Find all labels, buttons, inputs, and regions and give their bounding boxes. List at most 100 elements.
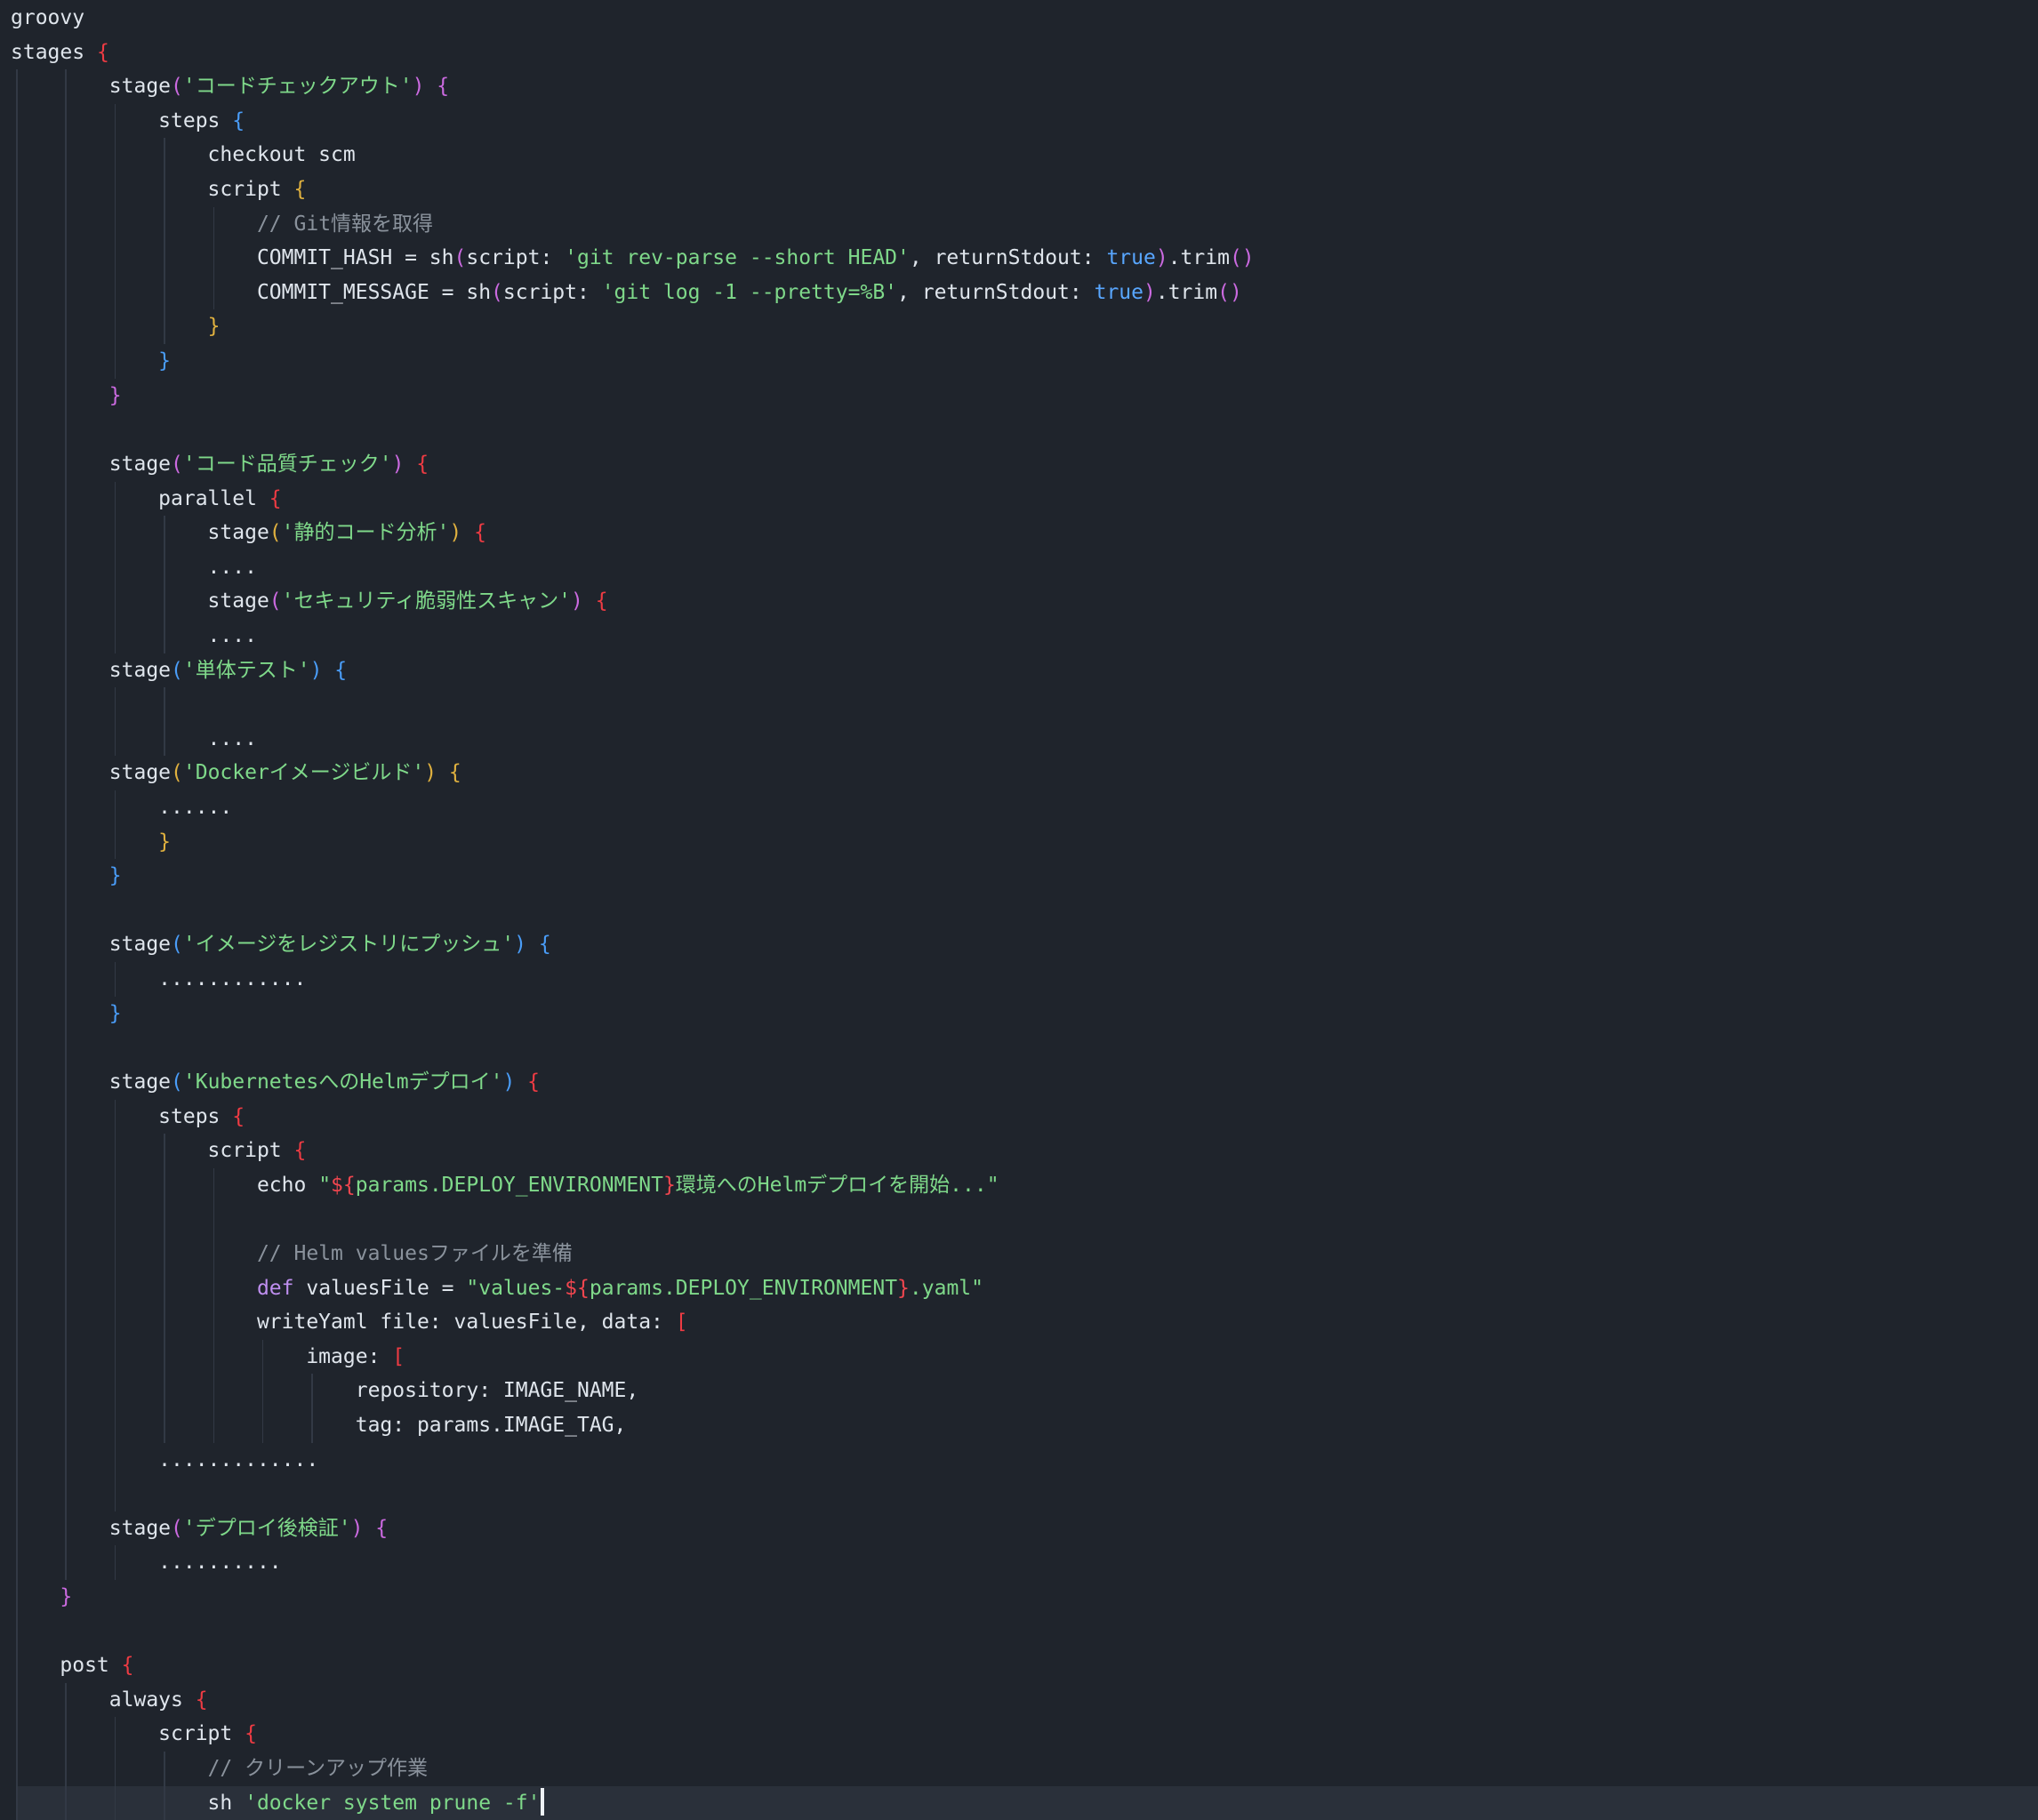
code-line-18[interactable]: ....	[0, 619, 2038, 653]
code-token: .trim	[1156, 281, 1217, 304]
code-line-19[interactable]: stage('単体テスト') {	[0, 653, 2038, 688]
code-line-14[interactable]: parallel {	[0, 482, 2038, 517]
indent-guide	[65, 1305, 67, 1340]
indent-guide	[16, 207, 18, 242]
code-token: stage	[11, 1070, 171, 1094]
code-token: ....	[11, 727, 257, 750]
indent-guide	[164, 584, 165, 619]
indent-guide	[213, 207, 215, 242]
indent-guide	[65, 1237, 67, 1271]
code-line-37[interactable]: def valuesFile = "values-${params.DEPLOY…	[0, 1271, 2038, 1306]
code-line-44[interactable]: stage('デプロイ後検証') {	[0, 1511, 2038, 1546]
code-line-46[interactable]: }	[0, 1580, 2038, 1615]
code-line-26[interactable]	[0, 894, 2038, 928]
code-token: .............	[11, 1448, 318, 1471]
code-line-52[interactable]: sh 'docker system prune -f'	[0, 1786, 2038, 1820]
code-token: 'イメージをレジストリにプッシュ'	[183, 933, 514, 956]
code-line-16[interactable]: ....	[0, 550, 2038, 585]
indent-guide	[115, 962, 116, 997]
code-token: (	[491, 281, 503, 304]
indent-guide	[65, 138, 67, 172]
code-line-42[interactable]: .............	[0, 1443, 2038, 1478]
code-token: "values-	[466, 1277, 565, 1300]
code-line-40[interactable]: repository: IMAGE_NAME,	[0, 1374, 2038, 1408]
code-line-24[interactable]: }	[0, 825, 2038, 860]
code-line-36[interactable]: // Helm valuesファイルを準備	[0, 1237, 2038, 1271]
indent-guide	[65, 790, 67, 825]
code-line-15[interactable]: stage('静的コード分析') {	[0, 516, 2038, 550]
code-line-2[interactable]: stage('コードチェックアウト') {	[0, 69, 2038, 104]
code-token: }	[60, 1585, 72, 1608]
code-line-49[interactable]: always {	[0, 1683, 2038, 1718]
code-line-4[interactable]: checkout scm	[0, 138, 2038, 172]
indent-guide	[16, 927, 18, 962]
indent-guide	[65, 1752, 67, 1786]
indent-guide	[115, 1374, 116, 1408]
code-line-33[interactable]: script {	[0, 1134, 2038, 1168]
code-token: {	[527, 1070, 540, 1094]
code-line-34[interactable]: echo "${params.DEPLOY_ENVIRONMENT}環境へのHe…	[0, 1168, 2038, 1203]
code-token: ......	[11, 796, 232, 819]
indent-guide	[16, 447, 18, 482]
indent-guide	[16, 1580, 18, 1615]
code-line-7[interactable]: COMMIT_HASH = sh(script: 'git rev-parse …	[0, 241, 2038, 276]
code-line-11[interactable]: }	[0, 379, 2038, 413]
code-token: script	[11, 178, 294, 201]
code-line-12[interactable]	[0, 413, 2038, 447]
code-line-29[interactable]: }	[0, 997, 2038, 1031]
code-token: {	[596, 589, 608, 613]
code-token: )	[351, 1517, 364, 1540]
code-line-8[interactable]: COMMIT_MESSAGE = sh(script: 'git log -1 …	[0, 276, 2038, 310]
code-line-30[interactable]	[0, 1030, 2038, 1065]
code-line-1[interactable]: stages {	[0, 36, 2038, 70]
indent-guide	[16, 1752, 18, 1786]
code-line-17[interactable]: stage('セキュリティ脆弱性スキャン') {	[0, 584, 2038, 619]
code-line-41[interactable]: tag: params.IMAGE_TAG,	[0, 1408, 2038, 1443]
code-line-25[interactable]: }	[0, 859, 2038, 894]
indent-guide	[213, 1305, 215, 1340]
code-token: (	[269, 521, 282, 544]
code-line-23[interactable]: ......	[0, 790, 2038, 825]
code-line-0[interactable]: groovy	[0, 1, 2038, 36]
code-token: {	[294, 1139, 307, 1162]
code-token: )	[424, 761, 437, 784]
code-line-45[interactable]: ..........	[0, 1545, 2038, 1580]
code-token: 'コード品質チェック'	[183, 453, 392, 476]
code-line-43[interactable]	[0, 1477, 2038, 1511]
code-editor[interactable]: groovystages { stage('コードチェックアウト') { ste…	[0, 0, 2038, 1820]
code-line-39[interactable]: image: [	[0, 1340, 2038, 1375]
indent-guide	[115, 550, 116, 585]
code-line-6[interactable]: // Git情報を取得	[0, 207, 2038, 242]
code-token	[11, 1002, 109, 1025]
code-line-50[interactable]: script {	[0, 1717, 2038, 1752]
code-line-5[interactable]: script {	[0, 172, 2038, 207]
code-token: '単体テスト'	[183, 659, 310, 682]
code-token	[11, 384, 109, 407]
indent-guide	[16, 138, 18, 172]
code-line-28[interactable]: ............	[0, 962, 2038, 997]
code-line-32[interactable]: steps {	[0, 1100, 2038, 1134]
code-line-9[interactable]: }	[0, 309, 2038, 344]
code-line-38[interactable]: writeYaml file: valuesFile, data: [	[0, 1305, 2038, 1340]
code-line-10[interactable]: }	[0, 344, 2038, 379]
indent-guide	[213, 1237, 215, 1271]
indent-guide	[164, 1134, 165, 1168]
code-line-13[interactable]: stage('コード品質チェック') {	[0, 447, 2038, 482]
code-line-3[interactable]: steps {	[0, 104, 2038, 139]
code-line-51[interactable]: // クリーンアップ作業	[0, 1752, 2038, 1786]
code-line-27[interactable]: stage('イメージをレジストリにプッシュ') {	[0, 927, 2038, 962]
indent-guide	[16, 894, 18, 928]
code-line-22[interactable]: stage('Dockerイメージビルド') {	[0, 756, 2038, 790]
code-token: stage	[11, 1517, 171, 1540]
code-line-21[interactable]: ....	[0, 722, 2038, 757]
code-token	[526, 933, 539, 956]
indent-guide	[16, 1340, 18, 1375]
code-token: image:	[11, 1345, 392, 1368]
code-line-47[interactable]	[0, 1615, 2038, 1649]
code-line-48[interactable]: post {	[0, 1648, 2038, 1683]
code-line-35[interactable]	[0, 1202, 2038, 1237]
code-line-31[interactable]: stage('KubernetesへのHelmデプロイ') {	[0, 1065, 2038, 1100]
code-token: checkout scm	[11, 143, 356, 166]
code-line-20[interactable]	[0, 687, 2038, 722]
indent-guide	[65, 1408, 67, 1443]
